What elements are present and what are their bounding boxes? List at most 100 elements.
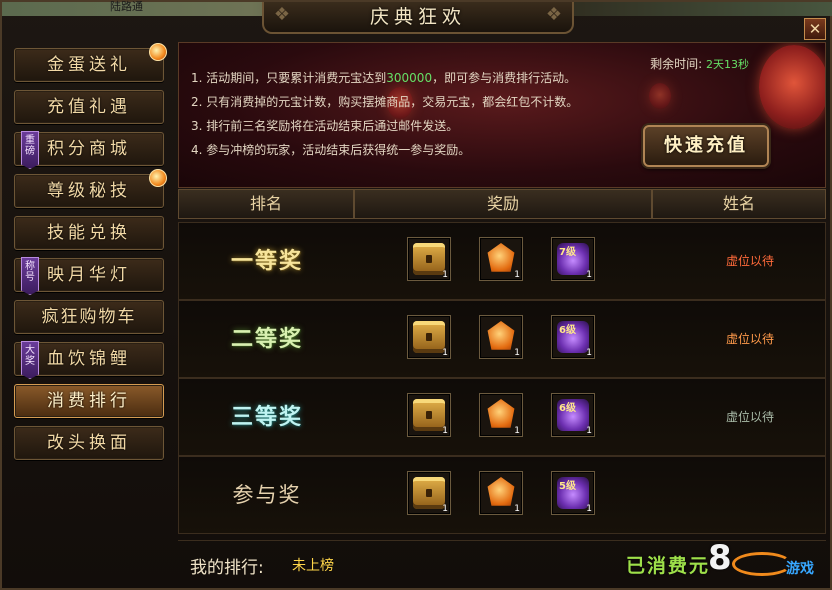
sidebar: 金蛋送礼 充值礼遇 重磅 积分商城 尊级秘技 技能兑换 称号 映月华灯 疯狂购物…: [10, 42, 170, 462]
reward-slot[interactable]: 6级 1: [551, 393, 595, 437]
player-name: 虚位以待: [725, 254, 774, 268]
site-watermark-logo: 8 游戏: [702, 538, 830, 590]
rank-label: 参与奖: [232, 483, 302, 507]
item-count: 1: [442, 426, 448, 436]
my-rank-label: 我的排行:: [190, 558, 264, 578]
ranking-table-header: 排名 奖励 姓名: [178, 189, 826, 219]
ornament-icon: ❖: [545, 4, 563, 25]
remaining-time-value: 2天13秒: [706, 58, 749, 71]
reward-slot[interactable]: 1: [407, 237, 451, 281]
reward-slot[interactable]: 1: [479, 237, 523, 281]
item-count: 1: [586, 348, 592, 358]
chest-icon: [413, 477, 445, 509]
sidebar-item-label: 映月华灯: [47, 265, 131, 285]
sidebar-item-label: 疯狂购物车: [41, 307, 137, 327]
sidebar-item-recharge-gift[interactable]: 充值礼遇: [14, 90, 164, 124]
table-row: 参与奖 1 1 5级 1: [178, 456, 826, 534]
item-level: 7级: [559, 247, 576, 258]
remaining-time: 剩余时间: 2天13秒: [650, 55, 749, 72]
item-count: 1: [442, 270, 448, 280]
chest-icon: [413, 321, 445, 353]
column-header-name: 姓名: [652, 189, 826, 219]
event-banner: 剩余时间: 2天13秒 1. 活动期间，只要累计消费元宝达到300000，即可参…: [178, 42, 826, 188]
reward-slot[interactable]: 1: [407, 471, 451, 515]
watermark-brand: 游戏: [786, 561, 814, 577]
purple-gift-icon: 6级: [557, 399, 589, 431]
item-level: 6级: [559, 325, 576, 336]
sidebar-item-label: 尊级秘技: [47, 181, 131, 201]
notification-gem-icon: [149, 169, 167, 187]
reward-slot[interactable]: 1: [407, 315, 451, 359]
sidebar-item-koi[interactable]: 大奖 血饮锦鲤: [14, 341, 164, 379]
reward-slot[interactable]: 7级 1: [551, 237, 595, 281]
column-header-rank: 排名: [178, 189, 354, 219]
sidebar-item-secret-skill[interactable]: 尊级秘技: [14, 169, 167, 208]
quick-recharge-button[interactable]: 快速充值: [643, 125, 769, 167]
sidebar-item-label: 血饮锦鲤: [47, 349, 131, 369]
spent-label: 已消费元: [626, 555, 711, 577]
window-title: 庆典狂欢: [369, 6, 466, 28]
sidebar-item-makeover[interactable]: 改头换面: [14, 426, 164, 460]
sidebar-item-points-mall[interactable]: 重磅 积分商城: [14, 131, 164, 169]
item-count: 1: [586, 270, 592, 280]
purple-gift-icon: 7级: [557, 243, 589, 275]
notification-gem-icon: [149, 43, 167, 61]
reward-slot[interactable]: 5级 1: [551, 471, 595, 515]
rule-line: 1. 活动期间，只要累计消费元宝达到300000，即可参与消费排行活动。: [191, 69, 576, 86]
item-count: 1: [586, 426, 592, 436]
reward-slot[interactable]: 1: [479, 471, 523, 515]
item-count: 1: [514, 504, 520, 514]
player-name: 虚位以待: [725, 332, 774, 346]
item-level: 5级: [559, 481, 576, 492]
sidebar-item-spending-rank[interactable]: 消费排行: [14, 384, 164, 418]
sidebar-item-label: 金蛋送礼: [47, 55, 131, 75]
purple-gift-icon: 5级: [557, 477, 589, 509]
chest-icon: [413, 243, 445, 275]
table-row: 二等奖 1 1 6级 1 虚位以待: [178, 300, 826, 378]
rule-text: 1. 活动期间，只要累计消费元宝达到: [191, 71, 387, 85]
rule-line: 3. 排行前三名奖励将在活动结束后通过邮件发送。: [191, 119, 459, 133]
item-count: 1: [514, 426, 520, 436]
sidebar-item-label: 技能兑换: [47, 223, 131, 243]
item-count: 1: [514, 270, 520, 280]
rank-label: 一等奖: [230, 248, 303, 274]
sidebar-item-moon-lantern[interactable]: 称号 映月华灯: [14, 257, 164, 295]
gem-icon: [487, 399, 515, 428]
sidebar-item-skill-exchange[interactable]: 技能兑换: [14, 216, 164, 250]
watermark-number: 8: [708, 538, 732, 578]
reward-slot[interactable]: 1: [407, 393, 451, 437]
sidebar-item-golden-egg[interactable]: 金蛋送礼: [14, 43, 167, 82]
item-count: 1: [586, 504, 592, 514]
table-row: 三等奖 1 1 6级 1 虚位以待: [178, 378, 826, 456]
title-bar: ❖ 庆典狂欢 ❖: [262, 2, 574, 34]
item-count: 1: [442, 348, 448, 358]
sidebar-item-label: 积分商城: [47, 139, 131, 159]
rule-line: 4. 参与冲榜的玩家，活动结束后获得统一参与奖励。: [191, 143, 471, 157]
item-count: 1: [442, 504, 448, 514]
background-text: 陆路通: [110, 0, 143, 13]
close-button[interactable]: ✕: [804, 18, 826, 40]
watermark-ring: [732, 552, 792, 576]
reward-slot[interactable]: 6级 1: [551, 315, 595, 359]
gem-icon: [487, 477, 515, 506]
reward-slot[interactable]: 1: [479, 315, 523, 359]
lantern-icon: [649, 83, 671, 109]
rule-highlight: 300000: [386, 71, 433, 85]
rule-text: ，即可参与消费排行活动。: [432, 71, 577, 85]
gem-icon: [487, 243, 515, 272]
item-level: 6级: [559, 403, 576, 414]
column-header-reward: 奖励: [354, 189, 652, 219]
purple-gift-icon: 6级: [557, 321, 589, 353]
sidebar-item-shopping-cart[interactable]: 疯狂购物车: [14, 300, 164, 334]
sidebar-item-label: 充值礼遇: [47, 97, 131, 117]
chest-icon: [413, 399, 445, 431]
rank-label: 二等奖: [230, 326, 303, 352]
quick-recharge-label: 快速充值: [664, 135, 748, 156]
ornament-icon: ❖: [273, 4, 291, 25]
player-name: 虚位以待: [725, 410, 774, 424]
reward-slot[interactable]: 1: [479, 393, 523, 437]
event-window: 陆路通 ❖ 庆典狂欢 ❖ ✕ 金蛋送礼 充值礼遇 重磅 积分商城 尊级秘技 技能…: [0, 0, 832, 590]
sidebar-item-label: 改头换面: [47, 433, 131, 453]
lantern-icon: [759, 45, 825, 129]
gem-icon: [487, 321, 515, 350]
